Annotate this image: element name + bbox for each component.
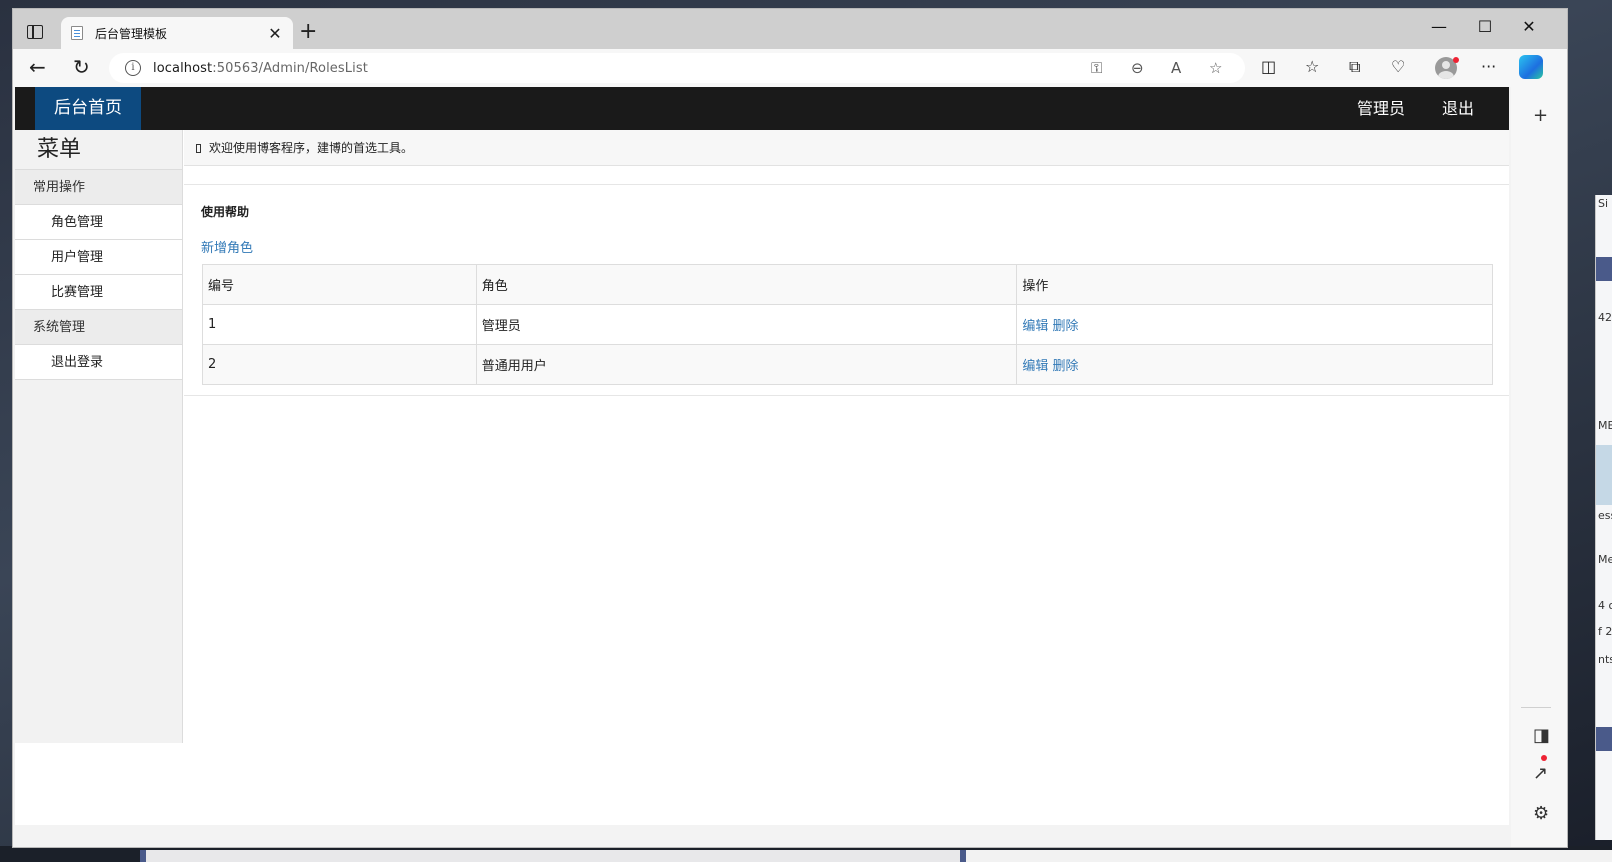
background-window: Si 42 MB) essc Me 4 of f 2) nts (1595, 195, 1612, 840)
menu-group-system[interactable]: 系统管理 (15, 310, 182, 345)
tab-actions-icon[interactable] (27, 25, 43, 39)
col-header-role: 角色 (475, 264, 1018, 305)
browser-toolbar: ← ↻ i localhost:50563/Admin/RolesList ⚿ … (13, 49, 1567, 87)
page-icon (71, 26, 83, 40)
bg-window-text: Si (1598, 197, 1609, 210)
table-row: 1 管理员 编辑 删除 (202, 304, 1493, 345)
collections-icon[interactable]: ⧉ (1349, 58, 1360, 76)
menu-group-common[interactable]: 常用操作 (15, 170, 182, 205)
bg-window-text: essc (1598, 509, 1612, 522)
background-window-edge (960, 850, 1612, 862)
add-role-link[interactable]: 新增角色 (201, 237, 253, 256)
split-screen-icon[interactable]: ◫ (1261, 58, 1276, 76)
minimize-icon[interactable]: — (1417, 15, 1461, 39)
edit-link[interactable]: 编辑 (1022, 359, 1048, 374)
cell-role: 管理员 (475, 304, 1018, 345)
bg-window-text: Me (1598, 553, 1612, 566)
notification-dot (1453, 57, 1459, 63)
nav-user-link[interactable]: 管理员 (1357, 87, 1405, 130)
bg-window-bar (1596, 727, 1612, 751)
hide-sidebar-icon[interactable]: ◨ (1533, 727, 1550, 745)
edit-link[interactable]: 编辑 (1022, 319, 1048, 334)
browser-side-rail: + ◨ ↗ ⚙ (1511, 87, 1567, 847)
new-tab-icon[interactable]: + (299, 21, 317, 43)
maximize-icon[interactable]: ☐ (1463, 15, 1507, 39)
panel-title: 使用帮助 (201, 205, 250, 219)
brand-home-link[interactable]: 后台首页 (35, 87, 141, 130)
col-header-actions: 操作 (1016, 264, 1493, 305)
browser-tab[interactable]: 后台管理模板 ✕ (61, 17, 293, 49)
page-viewport: 后台首页 管理员 退出 菜单 常用操作 角色管理 用户管理 比赛管理 系统管理 … (15, 87, 1509, 825)
bg-window-text: nts (1598, 653, 1612, 666)
notification-dot (1541, 755, 1547, 761)
bg-window-text: f 2) (1598, 625, 1612, 638)
bg-window-block (1596, 445, 1612, 505)
tab-title: 后台管理模板 (95, 26, 168, 41)
help-panel: 使用帮助 新增角色 编号 角色 操作 1 管理员 编辑 删除 2 普通用用户 编… (184, 184, 1509, 396)
bg-window-text: 4 of (1598, 599, 1612, 612)
table-row: 2 普通用用户 编辑 删除 (202, 344, 1493, 385)
close-window-icon[interactable]: ✕ (1507, 15, 1551, 39)
delete-link[interactable]: 删除 (1053, 319, 1079, 334)
back-icon[interactable]: ← (29, 57, 46, 77)
url-path: :50563/Admin/RolesList (212, 60, 368, 76)
favorite-star-icon[interactable]: ☆ (1209, 59, 1222, 77)
close-tab-icon[interactable]: ✕ (267, 24, 283, 43)
key-icon[interactable]: ⚿ (1091, 59, 1102, 77)
zoom-out-icon[interactable]: ⊖ (1131, 59, 1144, 77)
read-aloud-icon[interactable]: A (1171, 59, 1181, 77)
bg-window-text: MB) (1598, 419, 1612, 432)
cell-role: 普通用用户 (475, 344, 1018, 385)
copilot-icon[interactable] (1519, 55, 1543, 79)
bg-window-bar (1596, 257, 1612, 281)
bookmark-icon (196, 144, 201, 153)
address-bar[interactable]: i localhost:50563/Admin/RolesList ⚿ ⊖ A … (109, 53, 1245, 83)
menu-title: 菜单 (15, 130, 182, 170)
cell-id: 1 (202, 304, 477, 345)
add-sidebar-app-icon[interactable]: + (1533, 107, 1548, 125)
cell-actions: 编辑 删除 (1016, 304, 1493, 345)
refresh-icon[interactable]: ↻ (73, 57, 90, 77)
external-link-icon[interactable]: ↗ (1533, 765, 1548, 783)
more-options-icon[interactable]: ··· (1481, 58, 1496, 76)
cell-id: 2 (202, 344, 477, 385)
url-text[interactable]: localhost:50563/Admin/RolesList (153, 61, 368, 76)
sidebar-menu: 菜单 常用操作 角色管理 用户管理 比赛管理 系统管理 退出登录 (15, 130, 183, 743)
main-content: 欢迎使用博客程序，建博的首选工具。 使用帮助 新增角色 编号 角色 操作 1 管… (184, 130, 1509, 825)
browser-essentials-icon[interactable]: ♡ (1391, 58, 1405, 76)
delete-link[interactable]: 删除 (1053, 359, 1079, 374)
bg-window-text: 42 (1598, 311, 1612, 324)
favorites-icon[interactable]: ☆ (1305, 58, 1319, 76)
roles-table: 编号 角色 操作 1 管理员 编辑 删除 2 普通用用户 编辑 删除 (202, 264, 1493, 385)
settings-gear-icon[interactable]: ⚙ (1533, 805, 1549, 823)
sidebar-item-logout[interactable]: 退出登录 (15, 345, 182, 380)
sidebar-item-users[interactable]: 用户管理 (15, 240, 182, 275)
background-window-edge (140, 850, 970, 862)
tab-bar: 后台管理模板 ✕ + — ☐ ✕ (13, 9, 1567, 49)
taskbar-windows-strip (0, 846, 1612, 862)
cell-actions: 编辑 删除 (1016, 344, 1493, 385)
table-header-row: 编号 角色 操作 (202, 264, 1493, 305)
welcome-bar: 欢迎使用博客程序，建博的首选工具。 (184, 130, 1509, 166)
info-icon[interactable]: i (125, 60, 141, 76)
col-header-id: 编号 (202, 264, 477, 305)
nav-logout-link[interactable]: 退出 (1442, 87, 1474, 130)
sidebar-item-roles[interactable]: 角色管理 (15, 205, 182, 240)
welcome-text: 欢迎使用博客程序，建博的首选工具。 (209, 141, 414, 155)
rail-divider (1521, 707, 1551, 708)
top-navbar: 后台首页 管理员 退出 (15, 87, 1509, 130)
sidebar-item-matches[interactable]: 比赛管理 (15, 275, 182, 310)
browser-window: 后台管理模板 ✕ + — ☐ ✕ ← ↻ i localhost:50563/A… (12, 8, 1568, 848)
url-host: localhost (153, 60, 213, 76)
